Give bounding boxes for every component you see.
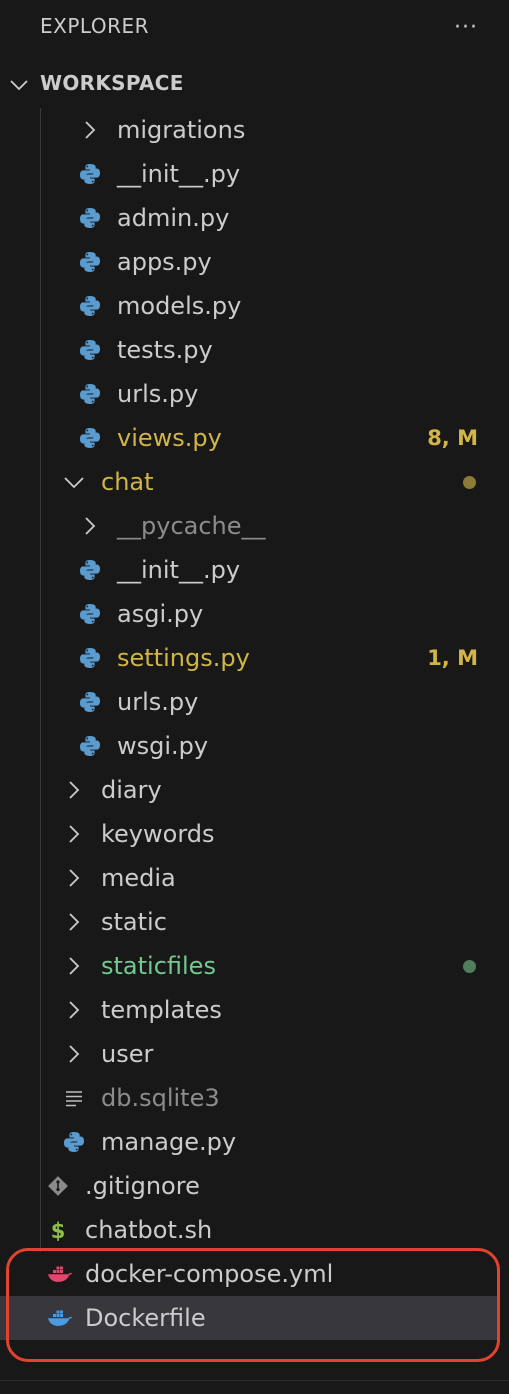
python-icon: [62, 1130, 86, 1154]
tree-item-label: .gitignore: [85, 1172, 200, 1200]
file-item-settings-py[interactable]: settings.py 1, M: [0, 636, 498, 680]
tree-item-label: urls.py: [117, 380, 199, 408]
chevron-right-icon: [62, 866, 86, 890]
folder-item-diary[interactable]: diary: [0, 768, 498, 812]
python-icon: [78, 558, 102, 582]
tree-item-label: chat: [101, 468, 154, 496]
tree-item-label: __init__.py: [117, 556, 241, 584]
tree-item-label: urls.py: [117, 688, 199, 716]
folder-item-user[interactable]: user: [0, 1032, 498, 1076]
tree-item-label: keywords: [101, 820, 215, 848]
tree-item-label: views.py: [117, 424, 222, 452]
file-item-wsgi-py[interactable]: wsgi.py: [0, 724, 498, 768]
python-icon: [78, 734, 102, 758]
file-item-urls-py[interactable]: urls.py: [0, 372, 498, 416]
file-item-db-sqlite3[interactable]: db.sqlite3: [0, 1076, 498, 1120]
chevron-right-icon: [62, 822, 86, 846]
tree-item-label: __pycache__: [117, 512, 266, 540]
python-icon: [78, 294, 102, 318]
highlight-annotation: [6, 1248, 500, 1362]
chevron-right-icon: [62, 954, 86, 978]
file-item-urls-py[interactable]: urls.py: [0, 680, 498, 724]
problem-badge: 1, M: [427, 646, 478, 670]
tree-item-label: tests.py: [117, 336, 213, 364]
python-icon: [78, 382, 102, 406]
explorer-header: EXPLORER ···: [0, 0, 509, 56]
folder-item-staticfiles[interactable]: staticfiles: [0, 944, 498, 988]
explorer-title: EXPLORER: [40, 14, 149, 38]
tree-item-label: db.sqlite3: [101, 1084, 220, 1112]
tree-item-label: settings.py: [117, 644, 250, 672]
python-icon: [78, 162, 102, 186]
tree-item-label: models.py: [117, 292, 242, 320]
chevron-right-icon: [78, 118, 102, 142]
file-item-manage-py[interactable]: manage.py: [0, 1120, 498, 1164]
status-dot-icon: [463, 960, 476, 973]
chevron-right-icon: [62, 998, 86, 1022]
chevron-down-icon: [62, 470, 86, 494]
divider: [0, 1380, 509, 1381]
folder-item-pycache[interactable]: __pycache__: [0, 504, 498, 548]
status-dot-icon: [463, 476, 476, 489]
lines-file-icon: [62, 1086, 86, 1110]
tree-item-label: apps.py: [117, 248, 212, 276]
chevron-right-icon: [78, 514, 102, 538]
folder-item-migrations[interactable]: migrations: [0, 108, 498, 152]
python-icon: [78, 206, 102, 230]
tree-item-label: staticfiles: [101, 952, 216, 980]
chevron-right-icon: [62, 910, 86, 934]
workspace-section-header[interactable]: WORKSPACE: [0, 62, 509, 106]
tree-item-label: media: [101, 864, 176, 892]
file-item-views-py[interactable]: views.py 8, M: [0, 416, 498, 460]
tree-item-label: static: [101, 908, 167, 936]
tree-item-label: __init__.py: [117, 160, 241, 188]
tree-item-label: user: [101, 1040, 154, 1068]
folder-item-media[interactable]: media: [0, 856, 498, 900]
tree-item-label: manage.py: [101, 1128, 237, 1156]
dollar-icon: $: [46, 1218, 70, 1243]
python-icon: [78, 690, 102, 714]
file-item-chatbot-sh[interactable]: $ chatbot.sh: [0, 1208, 498, 1252]
python-icon: [78, 646, 102, 670]
file-item-models-py[interactable]: models.py: [0, 284, 498, 328]
tree-item-label: chatbot.sh: [85, 1216, 213, 1244]
tree-item-label: admin.py: [117, 204, 230, 232]
folder-item-templates[interactable]: templates: [0, 988, 498, 1032]
file-item-gitignore[interactable]: .gitignore: [0, 1164, 498, 1208]
python-icon: [78, 426, 102, 450]
chevron-right-icon: [62, 1042, 86, 1066]
tree-item-label: migrations: [117, 116, 246, 144]
file-item-asgi-py[interactable]: asgi.py: [0, 592, 498, 636]
file-item-init-py[interactable]: __init__.py: [0, 152, 498, 196]
tree-item-label: diary: [101, 776, 162, 804]
file-item-tests-py[interactable]: tests.py: [0, 328, 498, 372]
tree-item-label: templates: [101, 996, 222, 1024]
tree-item-label: wsgi.py: [117, 732, 209, 760]
tree-item-label: asgi.py: [117, 600, 204, 628]
more-actions-icon[interactable]: ···: [446, 10, 486, 44]
folder-item-chat[interactable]: chat: [0, 460, 498, 504]
problem-badge: 8, M: [427, 426, 478, 450]
git-icon: [46, 1174, 70, 1198]
folder-item-static[interactable]: static: [0, 900, 498, 944]
file-item-init-py[interactable]: __init__.py: [0, 548, 498, 592]
chevron-down-icon: [8, 74, 30, 100]
svg-text:$: $: [51, 1219, 66, 1242]
python-icon: [78, 250, 102, 274]
file-item-admin-py[interactable]: admin.py: [0, 196, 498, 240]
python-icon: [78, 338, 102, 362]
chevron-right-icon: [62, 778, 86, 802]
python-icon: [78, 602, 102, 626]
workspace-section-title: WORKSPACE: [40, 71, 184, 95]
folder-item-keywords[interactable]: keywords: [0, 812, 498, 856]
file-item-apps-py[interactable]: apps.py: [0, 240, 498, 284]
